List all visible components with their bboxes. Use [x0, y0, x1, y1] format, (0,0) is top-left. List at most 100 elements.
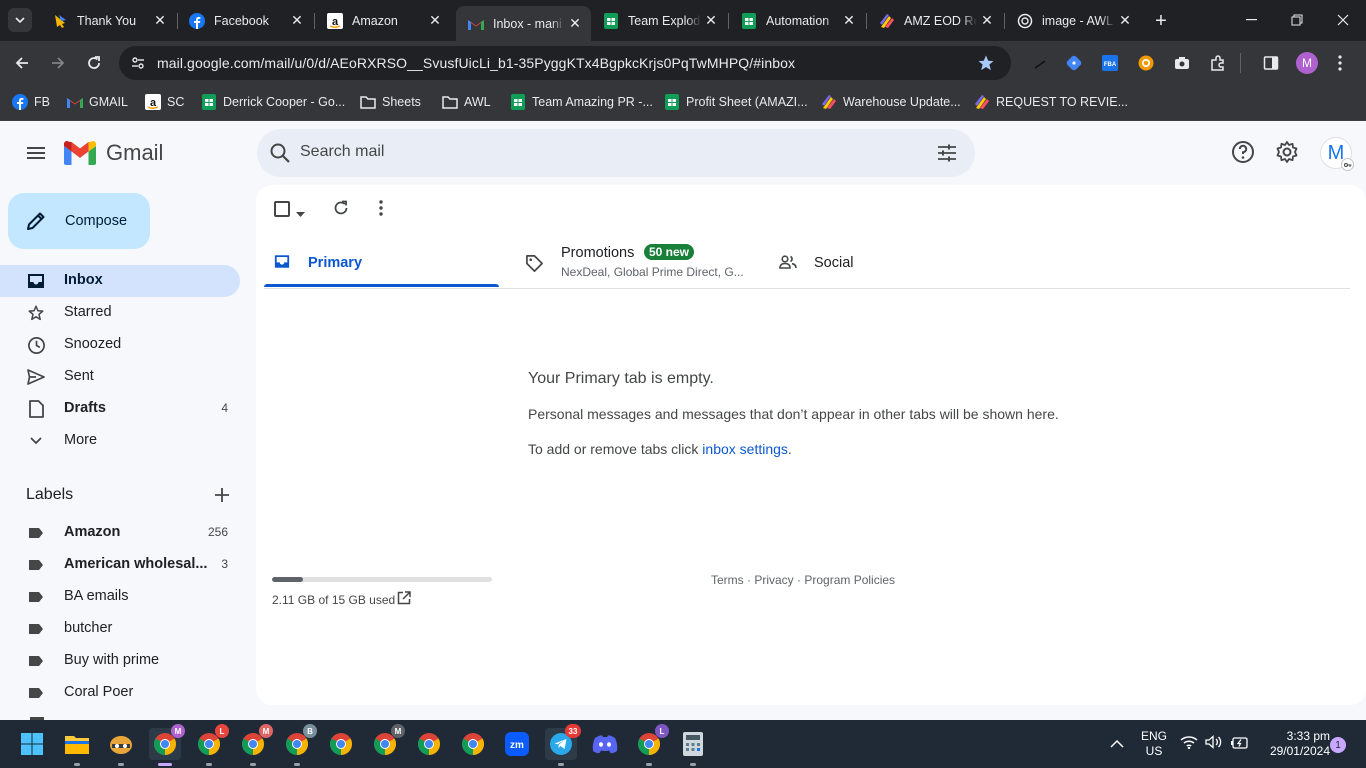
bookmark[interactable]: REQUEST TO REVIE...	[974, 92, 1128, 112]
nav-item-more[interactable]: More	[0, 425, 240, 457]
bookmark[interactable]: Team Amazing PR -...	[510, 92, 653, 112]
search-input[interactable]: Search mail	[300, 143, 384, 161]
main-menu-button[interactable]	[24, 141, 48, 165]
extension-button[interactable]	[1060, 49, 1088, 77]
taskbar-chrome-profile[interactable]: M	[237, 724, 273, 766]
settings-button[interactable]	[1274, 139, 1302, 167]
tab-primary[interactable]: Primary	[264, 243, 499, 289]
refresh-button[interactable]	[332, 199, 350, 222]
label-item[interactable]: Coral Poer	[0, 677, 240, 709]
site-settings-icon[interactable]	[130, 55, 146, 76]
extension-button[interactable]	[1132, 49, 1160, 77]
address-bar[interactable]: mail.google.com/mail/u/0/d/AEoRXRSO__Svu…	[119, 46, 1011, 80]
forward-button[interactable]	[44, 49, 72, 77]
bookmark[interactable]: GMAIL	[67, 92, 128, 112]
extensions-menu-button[interactable]	[1204, 49, 1232, 77]
volume-icon[interactable]	[1205, 735, 1223, 754]
taskbar-chrome[interactable]	[457, 728, 489, 760]
close-tab-icon[interactable]: ✕	[565, 14, 585, 34]
label-item[interactable]: butcher	[0, 613, 240, 645]
bookmark[interactable]: FB	[12, 92, 50, 112]
taskbar-chrome-profile[interactable]: M	[149, 724, 185, 766]
taskbar-chrome[interactable]	[413, 728, 445, 760]
program-policies-link[interactable]: Program Policies	[804, 573, 895, 587]
browser-tab[interactable]: Thank You ✕	[40, 6, 176, 35]
restore-button[interactable]	[1284, 8, 1310, 32]
close-tab-icon[interactable]: ✕	[839, 11, 859, 31]
tab-search-button[interactable]	[8, 8, 32, 32]
more-actions-button[interactable]	[379, 200, 383, 221]
wifi-icon[interactable]	[1180, 735, 1198, 754]
search-icon[interactable]	[269, 142, 291, 169]
extension-button[interactable]	[1168, 49, 1196, 77]
bookmark[interactable]: a SC	[145, 92, 184, 112]
search-bar[interactable]: Search mail	[257, 129, 975, 177]
close-tab-icon[interactable]: ✕	[1115, 11, 1135, 31]
inbox-settings-link[interactable]: inbox settings	[702, 441, 788, 457]
search-options-icon[interactable]	[937, 143, 957, 168]
close-window-button[interactable]	[1330, 8, 1356, 32]
nav-item-sent[interactable]: Sent	[0, 361, 240, 393]
show-hidden-icons-button[interactable]	[1110, 736, 1124, 754]
minimize-button[interactable]	[1238, 8, 1264, 32]
extension-button[interactable]	[1026, 49, 1054, 77]
bookmark[interactable]: Sheets	[360, 92, 421, 112]
taskbar-chrome-profile[interactable]: L	[633, 724, 669, 766]
bookmark[interactable]: Warehouse Update...	[821, 92, 961, 112]
language-indicator[interactable]: ENG US	[1138, 729, 1170, 759]
nav-item-drafts[interactable]: Drafts 4	[0, 393, 240, 425]
browser-tab[interactable]: Automation ✕	[729, 6, 865, 35]
create-label-button[interactable]	[210, 483, 234, 507]
select-dropdown-icon[interactable]	[296, 205, 305, 223]
back-button[interactable]	[8, 49, 36, 77]
taskbar-file-explorer[interactable]	[61, 728, 93, 766]
clock[interactable]: 3:33 pm 29/01/2024	[1254, 729, 1330, 759]
close-tab-icon[interactable]: ✕	[287, 11, 307, 31]
close-tab-icon[interactable]: ✕	[425, 11, 445, 31]
nav-item-starred[interactable]: Starred	[0, 297, 240, 329]
close-tab-icon[interactable]: ✕	[977, 11, 997, 31]
taskbar-calculator[interactable]	[677, 728, 709, 766]
label-item[interactable]: Amazon 256	[0, 517, 240, 549]
chrome-menu-button[interactable]	[1326, 49, 1354, 77]
taskbar-discord[interactable]	[589, 728, 621, 760]
manage-storage-link[interactable]	[397, 591, 411, 610]
tab-social[interactable]: Social	[768, 243, 1008, 289]
bookmark[interactable]: Profit Sheet (AMAZI...	[664, 92, 808, 112]
terms-link[interactable]: Terms	[711, 573, 744, 587]
taskbar-chrome-profile[interactable]: B	[281, 724, 317, 766]
browser-tab[interactable]: Facebook ✕	[177, 6, 313, 35]
tab-promotions[interactable]: Promotions 50 new NexDeal, Global Prime …	[514, 243, 754, 289]
side-panel-button[interactable]	[1257, 49, 1285, 77]
label-item[interactable]: Buy with prime	[0, 645, 240, 677]
new-tab-button[interactable]: +	[1148, 8, 1174, 34]
extension-button[interactable]: FBA	[1096, 49, 1124, 77]
label-item[interactable]: BA emails	[0, 581, 240, 613]
select-all-checkbox[interactable]	[274, 201, 290, 217]
profile-button[interactable]: M	[1293, 49, 1321, 77]
browser-tab[interactable]: image - AWL ✕	[1005, 6, 1141, 35]
close-tab-icon[interactable]: ✕	[701, 11, 721, 31]
label-item[interactable]: American wholesal... 3	[0, 549, 240, 581]
notification-badge[interactable]: 1	[1330, 737, 1346, 753]
taskbar-chrome-profile[interactable]: L	[193, 724, 229, 766]
taskbar-telegram[interactable]: 33	[545, 724, 581, 766]
bookmark[interactable]: AWL	[442, 92, 491, 112]
privacy-link[interactable]: Privacy	[754, 573, 793, 587]
browser-tab[interactable]: Team Explod ✕	[591, 6, 727, 35]
taskbar-chrome[interactable]	[325, 728, 357, 760]
gmail-logo[interactable]: Gmail	[64, 140, 163, 166]
reload-button[interactable]	[80, 49, 108, 77]
browser-tab[interactable]: a Amazon ✕	[315, 6, 451, 35]
browser-tab[interactable]: AMZ EOD Re ✕	[867, 6, 1003, 35]
help-button[interactable]	[1230, 139, 1258, 167]
taskbar-zoom[interactable]: zm	[501, 728, 533, 760]
account-avatar[interactable]: M	[1320, 137, 1354, 171]
nav-item-inbox[interactable]: Inbox	[0, 265, 240, 297]
browser-tab-active[interactable]: Inbox - mani ✕	[456, 6, 591, 41]
bookmark[interactable]: Derrick Cooper - Go...	[201, 92, 345, 112]
start-button[interactable]	[16, 728, 48, 760]
battery-icon[interactable]	[1230, 736, 1248, 754]
taskbar-app[interactable]	[105, 728, 137, 766]
bookmark-star-icon[interactable]	[977, 54, 995, 77]
